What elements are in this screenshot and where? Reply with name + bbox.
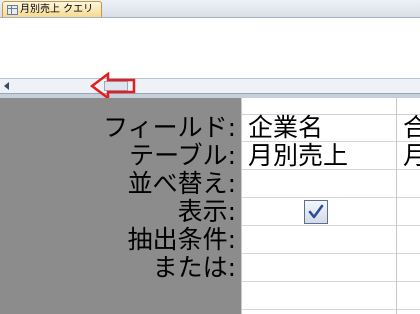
row-label-show: 表示: bbox=[177, 197, 236, 226]
field-cell[interactable]: 企業名 bbox=[242, 114, 396, 142]
show-checkbox[interactable] bbox=[304, 200, 328, 224]
row-label-field: フィールド: bbox=[103, 113, 236, 142]
show-cell bbox=[242, 198, 396, 226]
column-selector[interactable] bbox=[397, 98, 420, 115]
horizontal-scrollbar[interactable] bbox=[0, 78, 420, 94]
sort-cell[interactable] bbox=[397, 170, 420, 198]
sort-cell[interactable] bbox=[242, 170, 396, 198]
document-tab-strip: 月別売上 クエリ bbox=[0, 0, 420, 18]
extra-cell[interactable] bbox=[242, 282, 396, 310]
show-cell[interactable] bbox=[397, 198, 420, 226]
query-tab-label: 月別売上 クエリ bbox=[20, 4, 94, 15]
extra-cell[interactable] bbox=[397, 282, 420, 310]
design-grid: フィールド: テーブル: 並べ替え: 表示: 抽出条件: または: 企業名 月別… bbox=[0, 98, 420, 314]
or-cell[interactable] bbox=[397, 254, 420, 282]
or-cell[interactable] bbox=[242, 254, 396, 282]
scroll-left-icon[interactable] bbox=[0, 79, 14, 93]
column-selector[interactable] bbox=[242, 98, 396, 115]
row-labels: フィールド: テーブル: 並べ替え: 表示: 抽出条件: または: bbox=[0, 114, 240, 282]
checkmark-icon bbox=[308, 204, 324, 219]
row-label-criteria: 抽出条件: bbox=[127, 225, 236, 254]
row-label-or: または: bbox=[152, 253, 236, 282]
field-cell[interactable]: 合 bbox=[397, 114, 420, 142]
criteria-cell[interactable] bbox=[397, 226, 420, 254]
table-cell[interactable]: 月別売上 bbox=[242, 142, 396, 170]
red-arrow-icon bbox=[90, 72, 136, 100]
table-cell[interactable]: 月 bbox=[397, 142, 420, 170]
query-icon bbox=[7, 5, 18, 15]
table-pane[interactable] bbox=[0, 18, 420, 78]
grid-column-2: 合 月 bbox=[396, 98, 420, 314]
query-tab[interactable]: 月別売上 クエリ bbox=[2, 1, 102, 17]
row-label-table: テーブル: bbox=[129, 141, 236, 170]
criteria-cell[interactable] bbox=[242, 226, 396, 254]
row-label-sort: 並べ替え: bbox=[127, 169, 236, 198]
grid-column-1: 企業名 月別売上 bbox=[241, 98, 396, 314]
